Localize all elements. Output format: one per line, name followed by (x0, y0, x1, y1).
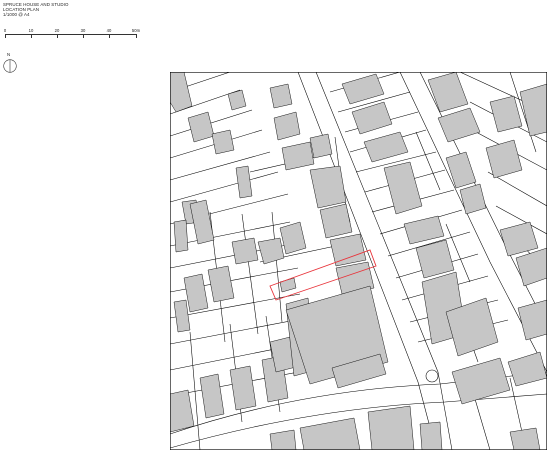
building (507, 351, 547, 387)
building (273, 111, 301, 141)
building (427, 72, 469, 113)
scale-tick (83, 34, 84, 38)
building (173, 219, 189, 253)
building (415, 239, 455, 279)
building (451, 357, 511, 405)
scale-bar: 0 10 20 30 40 50m (3, 28, 143, 44)
location-map (170, 72, 547, 450)
building (231, 237, 259, 265)
building (383, 161, 423, 215)
building (341, 73, 385, 105)
scale-label-10: 10 (28, 28, 34, 33)
scale-label-20: 20 (54, 28, 60, 33)
building (309, 133, 333, 159)
scale-label-40: 40 (106, 28, 112, 33)
building (363, 131, 409, 163)
building (229, 365, 257, 411)
building (329, 233, 367, 267)
buildings (170, 72, 547, 450)
roundabout (425, 369, 439, 383)
scale-tick (31, 34, 32, 38)
building (227, 89, 247, 111)
building (173, 299, 191, 333)
building (207, 265, 235, 303)
building (187, 111, 215, 143)
building (351, 101, 393, 135)
scale-line (5, 34, 136, 35)
building (437, 107, 481, 143)
building (459, 183, 487, 215)
building (519, 83, 547, 137)
north-label: N (7, 52, 11, 57)
scale-tick (57, 34, 58, 38)
building (235, 165, 253, 199)
north-arrow-icon (3, 59, 17, 73)
building (279, 277, 297, 293)
building (170, 72, 193, 113)
building (485, 139, 523, 179)
building (517, 299, 547, 341)
building (419, 421, 443, 450)
title-block: SPRUCE HOUSE AND STUDIO LOCATION PLAN 1/… (3, 2, 69, 18)
building (279, 221, 307, 255)
building (269, 83, 293, 109)
building (183, 273, 209, 313)
scale-tick (136, 34, 137, 38)
building (189, 199, 215, 245)
drawing-scale: 1/1000 @ A4 (3, 12, 30, 18)
building (403, 215, 445, 245)
scale-label-0: 0 (3, 28, 7, 33)
scale-tick (5, 34, 6, 38)
building (509, 427, 541, 450)
building (319, 203, 353, 239)
north-indicator: N (3, 52, 17, 78)
building (489, 95, 523, 133)
building (445, 151, 477, 189)
building (199, 373, 225, 419)
building (515, 247, 547, 287)
building (269, 429, 297, 450)
map-canvas (170, 72, 547, 450)
building (367, 405, 415, 450)
building (170, 389, 195, 433)
scale-label-50: 50m (131, 28, 141, 33)
building (257, 237, 285, 265)
scale-tick (109, 34, 110, 38)
building (211, 129, 235, 155)
building (299, 417, 361, 450)
building (281, 141, 315, 171)
building (309, 165, 347, 209)
scale-label-30: 30 (80, 28, 86, 33)
building (499, 221, 539, 257)
